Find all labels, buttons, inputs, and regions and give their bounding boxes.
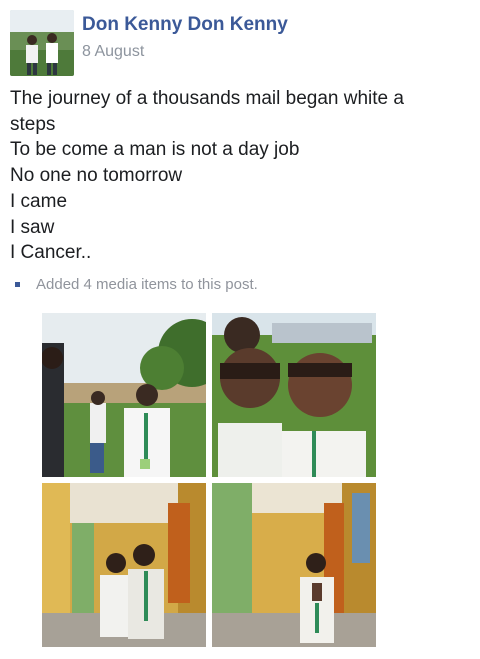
post-line: The journey of a thousands mail began wh… (10, 88, 404, 109)
post-line: steps (10, 113, 56, 135)
post-line: I saw (10, 216, 55, 238)
post-line: I came (10, 190, 68, 212)
post-line: No one no tomorrow (10, 165, 183, 187)
post-date[interactable]: 8 August (82, 43, 144, 61)
avatar[interactable] (10, 10, 74, 76)
photo-corridor-one[interactable] (212, 483, 376, 647)
photo-outdoor-boy[interactable] (42, 313, 206, 477)
author-name[interactable]: Don Kenny Don Kenny (82, 14, 288, 36)
media-note: Added 4 media items to this post. (15, 276, 258, 293)
media-note-text: Added 4 media items to this post. (36, 276, 258, 293)
photo-corridor-two[interactable] (42, 483, 206, 647)
bullet-icon (15, 282, 20, 287)
post-text: The journey of a thousands mail began wh… (10, 86, 470, 266)
post-line: I Cancer.. (10, 242, 92, 264)
post-line: To be come a man is not a day job (10, 139, 300, 161)
photo-two-selfie[interactable] (212, 313, 376, 477)
